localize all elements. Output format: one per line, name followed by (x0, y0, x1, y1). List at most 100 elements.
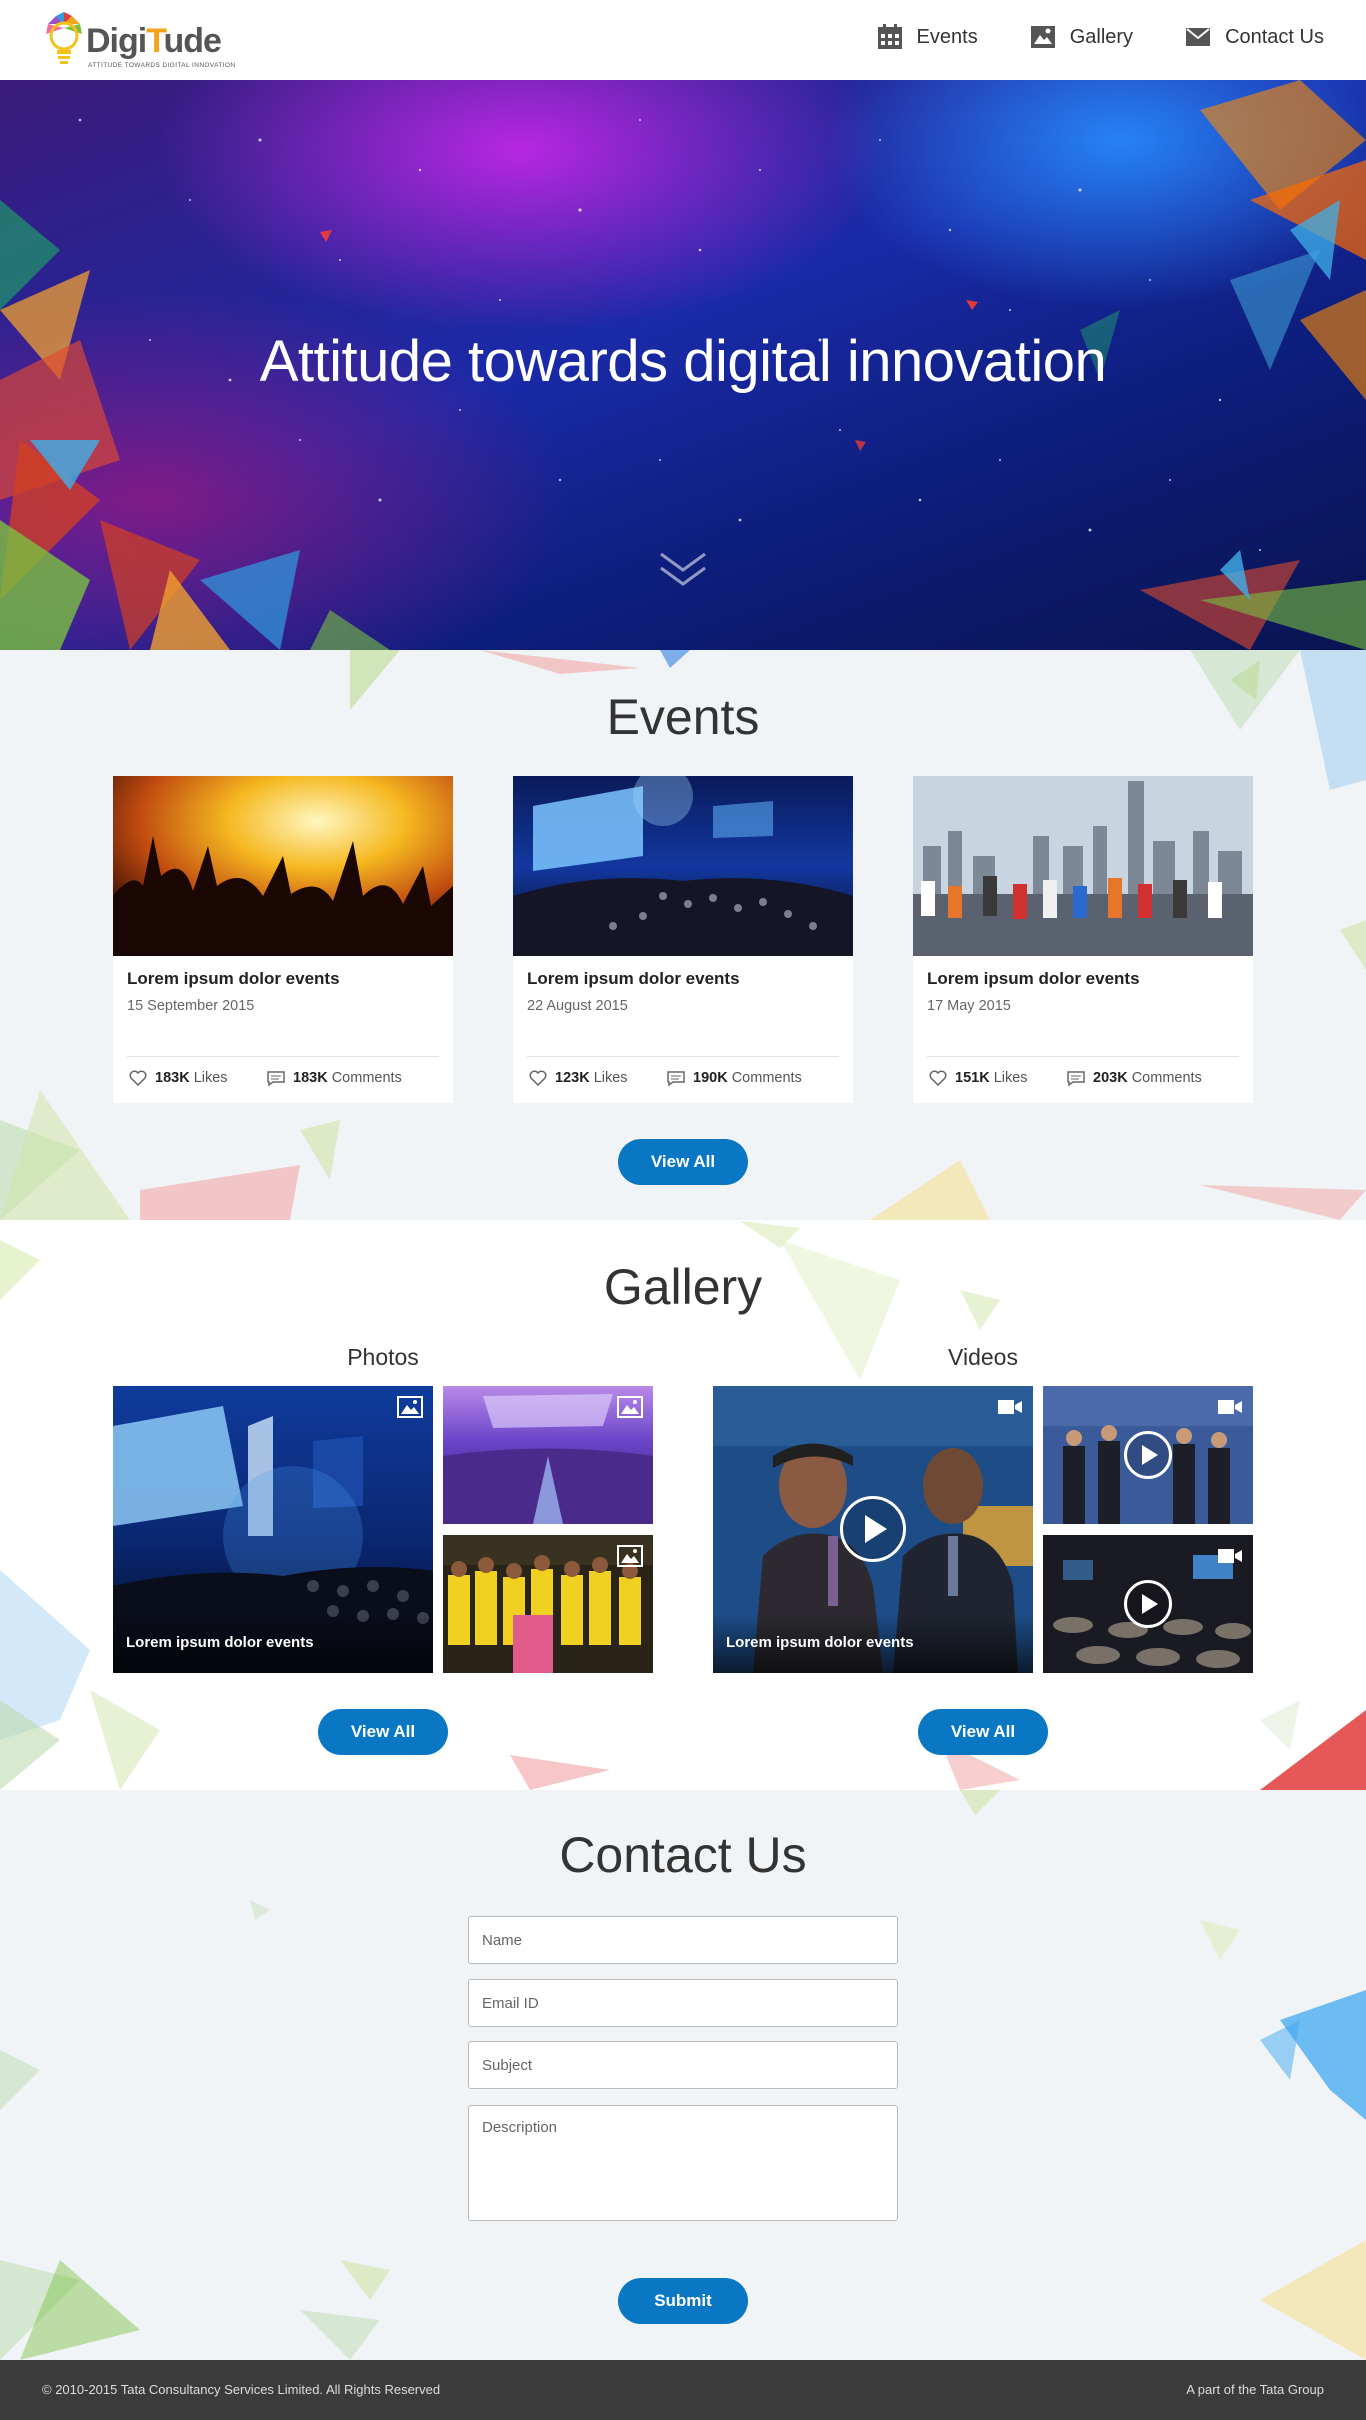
likes-stat[interactable]: 123K Likes (529, 1070, 628, 1086)
video-tile[interactable] (1043, 1535, 1253, 1673)
contact-section: Contact Us Submit (0, 1790, 1366, 2360)
image-icon (397, 1396, 423, 1418)
tata-group-text: A part of the Tata Group (1186, 2382, 1324, 2397)
comment-icon (667, 1071, 685, 1086)
play-button[interactable] (1124, 1431, 1172, 1479)
name-field[interactable] (468, 1916, 898, 1964)
gallery-title: Gallery (603, 1259, 763, 1315)
submit-button[interactable]: Submit (618, 2278, 748, 2324)
event-title: Lorem ipsum dolor events (927, 969, 1140, 988)
likes-text: 183K Likes (155, 1070, 228, 1086)
event-card[interactable]: Lorem ipsum dolor events 22 August 2015 … (513, 776, 853, 1103)
photos-view-all-button[interactable]: View All (318, 1709, 448, 1755)
video-camera-icon (998, 1400, 1022, 1414)
photo-caption-text: Lorem ipsum dolor events (126, 1634, 314, 1651)
digitude-logo[interactable]: DigiTude ATTITUDE TOWARDS DIGITAL INNOVA… (42, 8, 235, 74)
heart-icon (529, 1070, 547, 1086)
card-divider (127, 1056, 439, 1057)
nav-item-gallery[interactable]: Gallery (1030, 24, 1133, 50)
comments-count: 203K (1093, 1070, 1128, 1086)
chevron-down-icon[interactable] (655, 548, 711, 592)
nav-item-events[interactable]: Events (877, 24, 978, 50)
video-caption-text: Lorem ipsum dolor events (726, 1634, 914, 1651)
events-section: Events Lorem ipsum dolor events 15 Septe… (0, 650, 1366, 1220)
copyright-text: © 2010-2015 Tata Consultancy Services Li… (42, 2382, 441, 2397)
comments-label: Comments (731, 1070, 802, 1086)
likes-count: 123K (555, 1070, 590, 1086)
comments-label: Comments (331, 1070, 402, 1086)
likes-label: Likes (593, 1070, 628, 1086)
calendar-icon (877, 24, 902, 49)
events-view-all-button[interactable]: View All (618, 1139, 748, 1185)
likes-text: 151K Likes (955, 1070, 1028, 1086)
event-card[interactable]: Lorem ipsum dolor events 17 May 2015 151… (913, 776, 1253, 1103)
likes-count: 183K (155, 1070, 190, 1086)
likes-label: Likes (993, 1070, 1028, 1086)
image-icon (617, 1545, 643, 1567)
photos-title: Photos (347, 1344, 419, 1370)
events-title: Events (606, 689, 760, 745)
video-tile-feature[interactable]: Lorem ipsum dolor events (713, 1386, 1033, 1673)
videos-view-all-button[interactable]: View All (918, 1709, 1048, 1755)
likes-text: 123K Likes (555, 1070, 628, 1086)
hero-banner: Attitude towards digital innovation (0, 80, 1366, 650)
site-footer: © 2010-2015 Tata Consultancy Services Li… (0, 2360, 1366, 2420)
video-camera-icon (1218, 1400, 1242, 1414)
envelope-icon (1186, 28, 1211, 46)
event-photo-marathon (913, 776, 1253, 956)
play-button[interactable] (1124, 1580, 1172, 1628)
card-divider (527, 1056, 839, 1057)
nav-label-gallery: Gallery (1069, 25, 1134, 48)
site-header: DigiTude ATTITUDE TOWARDS DIGITAL INNOVA… (0, 0, 1366, 80)
comments-stat[interactable]: 203K Comments (1067, 1070, 1202, 1086)
video-tile[interactable] (1043, 1386, 1253, 1524)
likes-stat[interactable]: 183K Likes (129, 1070, 228, 1086)
comment-icon (1067, 1071, 1085, 1086)
event-title: Lorem ipsum dolor events (527, 969, 740, 988)
lightbulb-logo-icon (46, 12, 82, 64)
heart-icon (129, 1070, 147, 1086)
comments-stat[interactable]: 183K Comments (267, 1070, 402, 1086)
subject-field[interactable] (468, 2041, 898, 2089)
nav-item-contact[interactable]: Contact Us (1185, 24, 1324, 50)
main-nav: Events Gallery Contact Us (877, 24, 1324, 50)
comments-stat[interactable]: 190K Comments (667, 1070, 802, 1086)
photo-caption: Lorem ipsum dolor events (113, 1615, 433, 1673)
photo-tile-feature[interactable]: Lorem ipsum dolor events (113, 1386, 433, 1673)
videos-title: Videos (948, 1344, 1018, 1370)
event-card[interactable]: Lorem ipsum dolor events 15 September 20… (113, 776, 453, 1103)
event-date: 22 August 2015 (527, 998, 628, 1014)
event-title: Lorem ipsum dolor events (127, 969, 340, 988)
event-photo-conference (513, 776, 853, 956)
play-button[interactable] (840, 1496, 906, 1562)
comments-count: 190K (693, 1070, 728, 1086)
video-camera-icon (1218, 1549, 1242, 1563)
image-icon (617, 1396, 643, 1418)
logo-tagline: ATTITUDE TOWARDS DIGITAL INNOVATION (88, 62, 236, 69)
hero-title: Attitude towards digital innovation (259, 329, 1107, 394)
description-field[interactable] (468, 2105, 898, 2221)
photo-tile[interactable] (443, 1386, 653, 1524)
comments-label: Comments (1131, 1070, 1202, 1086)
card-divider (927, 1056, 1239, 1057)
event-date: 17 May 2015 (927, 998, 1011, 1014)
logo-word-accent: T (146, 22, 164, 60)
image-icon (1030, 26, 1055, 48)
video-caption: Lorem ipsum dolor events (713, 1615, 1033, 1673)
contact-title: Contact Us (559, 1827, 807, 1883)
event-date: 15 September 2015 (127, 998, 255, 1014)
likes-label: Likes (193, 1070, 228, 1086)
heart-icon (929, 1070, 947, 1086)
nav-label-events: Events (916, 25, 978, 48)
logo-wordmark: DigiTude (86, 22, 222, 61)
nav-label-contact: Contact Us (1225, 25, 1324, 48)
logo-word-part2: ude (163, 22, 221, 60)
likes-stat[interactable]: 151K Likes (929, 1070, 1028, 1086)
event-photo-concert (113, 776, 453, 956)
comments-count: 183K (293, 1070, 328, 1086)
comment-icon (267, 1071, 285, 1086)
photo-tile[interactable] (443, 1535, 653, 1673)
comments-text: 190K Comments (693, 1070, 802, 1086)
email-field[interactable] (468, 1979, 898, 2027)
comments-text: 203K Comments (1093, 1070, 1202, 1086)
